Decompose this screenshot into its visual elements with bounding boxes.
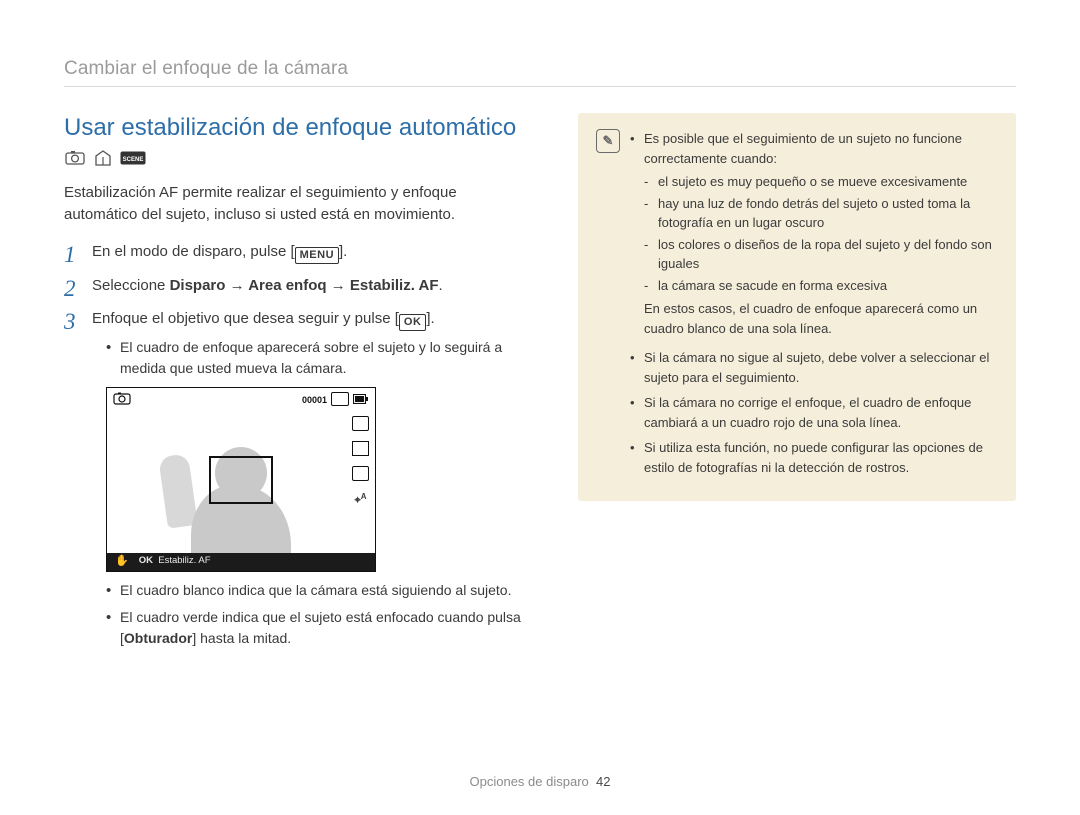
two-column-layout: Usar estabilización de enfoque automátic… [64,113,1016,659]
battery-icon [353,394,369,409]
note-1-tail: En estos casos, el cuadro de enfoque apa… [644,299,998,338]
card-icon [331,392,349,411]
camera-mode-icon [113,392,131,410]
list-item: hay una luz de fondo detrás del sujeto o… [644,194,998,233]
note-panel: ✎ Es posible que el seguimiento de un su… [578,113,1016,501]
list-item: El cuadro verde indica que el sujeto est… [106,607,534,649]
iso-icon [352,441,369,456]
note-1-reasons: el sujeto es muy pequeño o se mueve exce… [644,172,998,295]
footer-section: Opciones de disparo [470,774,589,789]
note-item-4: Si utiliza esta función, no puede config… [630,438,998,477]
footer-page-number: 42 [596,774,610,789]
step-3-post: ]. [426,310,434,327]
mode-label: Estabiliz. AF [158,555,210,566]
list-item: los colores o diseños de la ropa del suj… [644,235,998,274]
svg-text:SCENE: SCENE [123,157,144,163]
note-item-2: Si la cámara no sigue al sujeto, debe vo… [630,348,998,387]
shutter-label: Obturador [124,630,192,646]
breadcrumb: Cambiar el enfoque de la cámara [64,58,1016,87]
step-3: 3 Enfoque el objetivo que desea seguir y… [64,307,534,649]
step-2-path: Disparo → Area enfoq → Estabiliz. AF [170,277,439,294]
note-item-1: Es posible que el seguimiento de un suje… [630,129,998,338]
ok-button-tag: OK [399,314,427,331]
focus-frame [209,456,273,504]
note-icon: ✎ [596,129,620,153]
manual-page: Cambiar el enfoque de la cámara Usar est… [0,0,1080,815]
frame-counter: 00001 [302,394,327,408]
preview-bottom-bar: ✋ OK Estabiliz. AF [107,553,375,571]
dual-icon [92,149,114,167]
section-title: Usar estabilización de enfoque automátic… [64,113,534,143]
step-number: 1 [64,237,76,273]
preview-right-icons: ⌖A [352,416,369,510]
metering-icon [352,466,369,481]
list-item: el sujeto es muy pequeño o se mueve exce… [644,172,998,192]
note-1-lead: Es posible que el seguimiento de un suje… [644,131,962,166]
bullet3-post: ] hasta la mitad. [192,630,291,646]
flash-auto-icon: ⌖A [355,491,367,510]
step-1-text-pre: En el modo de disparo, pulse [ [92,243,295,260]
step-1-text-post: ]. [339,243,347,260]
page-footer: Opciones de disparo 42 [0,774,1080,789]
left-column: Usar estabilización de enfoque automátic… [64,113,534,659]
step-3-bullets-after: El cuadro blanco indica que la cámara es… [92,580,534,649]
note-body: Es posible que el seguimiento de un suje… [630,129,998,483]
step-3-bullets: El cuadro de enfoque aparecerá sobre el … [92,337,534,379]
ok-label: OK [139,555,153,566]
hand-shake-icon: ✋ [115,553,129,570]
camera-p-icon [64,149,86,167]
quality-icon [352,416,369,431]
list-item: El cuadro de enfoque aparecerá sobre el … [106,337,534,379]
step-2-post: . [439,277,443,294]
intro-text: Estabilización AF permite realizar el se… [64,182,534,226]
list-item: la cámara se sacude en forma excesiva [644,276,998,296]
note-item-3: Si la cámara no corrige el enfoque, el c… [630,393,998,432]
step-2: 2 Seleccione Disparo → Area enfoq → Esta… [64,274,534,297]
preview-top-bar: 00001 [113,392,369,411]
step-number: 3 [64,304,76,340]
scene-icon: SCENE [120,149,146,167]
menu-button-tag: MENU [295,247,339,264]
step-1: 1 En el modo de disparo, pulse [MENU]. [64,240,534,264]
mode-icons-row: SCENE [64,149,534,167]
step-3-pre: Enfoque el objetivo que desea seguir y p… [92,310,399,327]
right-column: ✎ Es posible que el seguimiento de un su… [578,113,1016,659]
steps-list: 1 En el modo de disparo, pulse [MENU]. 2… [64,240,534,649]
step-2-pre: Seleccione [92,277,170,294]
step-number: 2 [64,271,76,307]
list-item: El cuadro blanco indica que la cámara es… [106,580,534,601]
camera-preview: 00001 ⌖A [106,387,376,572]
